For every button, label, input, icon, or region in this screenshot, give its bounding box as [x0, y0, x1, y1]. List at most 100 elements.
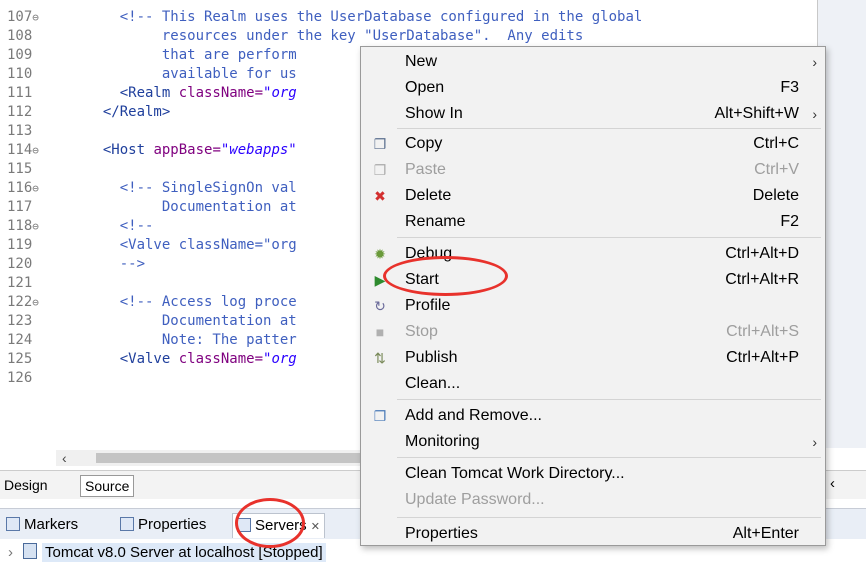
line-number: 107⊖ [7, 9, 39, 25]
menu-item-label: Add and Remove... [405, 407, 542, 424]
line-number: 110 [7, 66, 33, 82]
menu-item-accelerator: F3 [780, 79, 799, 96]
code-text: <Valve className="org [86, 351, 297, 367]
menu-item-monitoring[interactable]: Monitoring › [361, 429, 825, 455]
line-number: 116⊖ [7, 180, 39, 196]
close-icon[interactable]: ✕ [311, 521, 320, 533]
server-label: Tomcat v8.0 Server at localhost [Stopped… [42, 543, 326, 562]
menu-item-add-and-remove[interactable]: ❐ Add and Remove... [361, 403, 825, 429]
code-text: <Valve className="org [86, 237, 297, 253]
menu-item-publish[interactable]: ⇅ Publish Ctrl+Alt+P [361, 345, 825, 371]
menu-item-label: Clean Tomcat Work Directory... [405, 465, 625, 482]
fold-toggle-icon[interactable]: ⊖ [32, 296, 39, 309]
menu-item-accelerator: Ctrl+V [754, 161, 799, 178]
scroll-left-icon[interactable]: ‹ [62, 450, 67, 466]
tree-item-server[interactable]: › Tomcat v8.0 Server at localhost [Stoppe… [8, 543, 326, 563]
menu-item-label: Monitoring [405, 433, 480, 450]
tab-servers[interactable]: Servers ✕ [232, 513, 325, 538]
start-icon: ▶ [374, 272, 386, 288]
expand-chevron-icon[interactable]: › [8, 544, 13, 561]
menu-item-clean-tomcat-work-directory[interactable]: Clean Tomcat Work Directory... [361, 461, 825, 487]
code-text: <!-- Access log proce [86, 294, 297, 310]
tab-markers-label: Markers [24, 516, 79, 533]
stop-icon: ■ [375, 324, 385, 340]
code-line[interactable]: 107⊖ <!-- This Realm uses the UserDataba… [0, 8, 820, 27]
code-line[interactable]: 108 resources under the key "UserDatabas… [0, 27, 820, 46]
copy-icon: ❐ [373, 136, 387, 152]
properties-icon [120, 517, 134, 531]
line-number: 115 [7, 161, 33, 177]
menu-separator [397, 517, 821, 518]
add-remove-icon: ❐ [373, 408, 387, 424]
line-number: 118⊖ [7, 218, 39, 234]
line-number: 124 [7, 332, 33, 348]
menu-item-label: Publish [405, 349, 458, 366]
menu-item-label: Copy [405, 135, 443, 152]
tab-design[interactable]: Design [0, 475, 52, 495]
tab-markers[interactable]: Markers [6, 515, 78, 535]
line-number: 113 [7, 123, 33, 139]
code-text: <!-- SingleSignOn val [86, 180, 297, 196]
menu-item-copy[interactable]: ❐ Copy Ctrl+C [361, 131, 825, 157]
menu-item-label: Stop [405, 323, 438, 340]
menu-item-accelerator: Ctrl+Alt+P [726, 349, 799, 366]
menu-item-label: Delete [405, 187, 452, 204]
menu-item-profile[interactable]: ↻ Profile [361, 293, 825, 319]
code-text: Documentation at [86, 313, 297, 329]
horizontal-scrollbar[interactable]: ‹ [56, 450, 386, 466]
menu-item-delete[interactable]: ✖ Delete Delete [361, 183, 825, 209]
scrollbar-thumb[interactable] [96, 453, 386, 463]
fold-toggle-icon[interactable]: ⊖ [32, 182, 39, 195]
menu-separator [397, 237, 821, 238]
chevron-left-icon[interactable]: ‹ [830, 475, 835, 492]
code-text: available for us [86, 66, 297, 82]
menu-item-accelerator: Delete [752, 187, 799, 204]
code-text: Note: The patter [86, 332, 297, 348]
line-number: 120 [7, 256, 33, 272]
line-number: 117 [7, 199, 33, 215]
menu-item-accelerator: Ctrl+Alt+S [726, 323, 799, 340]
menu-item-start[interactable]: ▶ Start Ctrl+Alt+R [361, 267, 825, 293]
menu-item-open[interactable]: Open F3 [361, 75, 825, 101]
menu-item-label: Debug [405, 245, 453, 262]
menu-item-label: Properties [405, 525, 478, 542]
tab-properties[interactable]: Properties [120, 515, 206, 535]
menu-item-accelerator: Ctrl+C [753, 135, 799, 152]
submenu-arrow-icon: › [812, 54, 817, 70]
line-number: 112 [7, 104, 33, 120]
line-number: 121 [7, 275, 33, 291]
code-text: resources under the key "UserDatabase". … [86, 28, 584, 44]
fold-toggle-icon[interactable]: ⊖ [32, 220, 39, 233]
tab-properties-label: Properties [138, 516, 207, 533]
fold-toggle-icon[interactable]: ⊖ [32, 144, 39, 157]
menu-item-label: Open [405, 79, 445, 96]
line-number: 109 [7, 47, 33, 63]
profile-icon: ↻ [374, 298, 386, 314]
publish-icon: ⇅ [374, 350, 386, 366]
line-number: 123 [7, 313, 33, 329]
tab-source[interactable]: Source [80, 475, 135, 497]
menu-item-label: Rename [405, 213, 466, 230]
menu-item-stop: ■ Stop Ctrl+Alt+S [361, 319, 825, 345]
code-text: </Realm> [86, 104, 171, 120]
menu-item-accelerator: Alt+Shift+W [714, 105, 799, 122]
menu-item-rename[interactable]: Rename F2 [361, 209, 825, 235]
code-text: <!-- This Realm uses the UserDatabase co… [86, 9, 643, 25]
menu-item-accelerator: F2 [780, 213, 799, 230]
menu-item-label: Start [405, 271, 439, 288]
menu-item-show-in[interactable]: Show In Alt+Shift+W › [361, 101, 825, 127]
servers-icon [237, 518, 251, 532]
menu-item-properties[interactable]: Properties Alt+Enter [361, 521, 825, 547]
line-number: 119 [7, 237, 33, 253]
line-number: 108 [7, 28, 33, 44]
menu-item-label: Clean... [405, 375, 461, 392]
code-text: Documentation at [86, 199, 297, 215]
menu-item-new[interactable]: New › [361, 49, 825, 75]
menu-item-paste: ❐ Paste Ctrl+V [361, 157, 825, 183]
delete-icon: ✖ [374, 188, 386, 204]
debug-icon: ✹ [374, 246, 386, 262]
fold-toggle-icon[interactable]: ⊖ [32, 11, 39, 24]
menu-item-debug[interactable]: ✹ Debug Ctrl+Alt+D [361, 241, 825, 267]
code-text: <Realm className="org [86, 85, 297, 101]
menu-item-clean[interactable]: Clean... [361, 371, 825, 397]
